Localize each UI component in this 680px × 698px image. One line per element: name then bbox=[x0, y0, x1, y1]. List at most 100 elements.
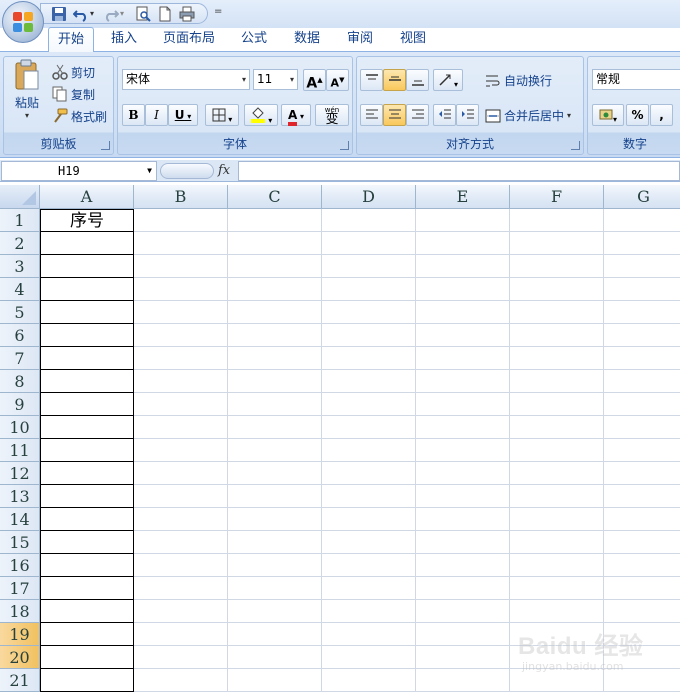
row-header-6[interactable]: 6 bbox=[0, 324, 40, 347]
cell-c19[interactable] bbox=[228, 623, 322, 646]
cell-e16[interactable] bbox=[416, 554, 510, 577]
cell-c21[interactable] bbox=[228, 669, 322, 692]
cell-b15[interactable] bbox=[134, 531, 228, 554]
bold-button[interactable]: B bbox=[122, 104, 145, 126]
cell-f11[interactable] bbox=[510, 439, 604, 462]
row-header-17[interactable]: 17 bbox=[0, 577, 40, 600]
cell-d12[interactable] bbox=[322, 462, 416, 485]
increase-indent-button[interactable] bbox=[456, 104, 479, 126]
cell-g15[interactable] bbox=[604, 531, 680, 554]
tab-view[interactable]: 视图 bbox=[390, 27, 436, 52]
cell-c10[interactable] bbox=[228, 416, 322, 439]
column-header-a[interactable]: A bbox=[40, 185, 134, 209]
column-header-d[interactable]: D bbox=[322, 185, 416, 209]
cell-e18[interactable] bbox=[416, 600, 510, 623]
cell-a12[interactable] bbox=[40, 462, 134, 485]
cell-d21[interactable] bbox=[322, 669, 416, 692]
cell-b21[interactable] bbox=[134, 669, 228, 692]
cell-e6[interactable] bbox=[416, 324, 510, 347]
row-header-8[interactable]: 8 bbox=[0, 370, 40, 393]
undo-dropdown-icon[interactable]: ▾ bbox=[90, 9, 98, 25]
cell-e1[interactable] bbox=[416, 209, 510, 232]
clipboard-launcher-icon[interactable] bbox=[101, 141, 110, 150]
cell-a10[interactable] bbox=[40, 416, 134, 439]
cell-f10[interactable] bbox=[510, 416, 604, 439]
cell-d6[interactable] bbox=[322, 324, 416, 347]
cell-g14[interactable] bbox=[604, 508, 680, 531]
cell-c16[interactable] bbox=[228, 554, 322, 577]
row-header-11[interactable]: 11 bbox=[0, 439, 40, 462]
cell-e8[interactable] bbox=[416, 370, 510, 393]
cell-a5[interactable] bbox=[40, 301, 134, 324]
cell-d15[interactable] bbox=[322, 531, 416, 554]
cell-c17[interactable] bbox=[228, 577, 322, 600]
cell-b10[interactable] bbox=[134, 416, 228, 439]
name-box[interactable]: H19 ▼ bbox=[1, 161, 157, 181]
cell-g2[interactable] bbox=[604, 232, 680, 255]
column-header-c[interactable]: C bbox=[228, 185, 322, 209]
cell-g7[interactable] bbox=[604, 347, 680, 370]
cell-g16[interactable] bbox=[604, 554, 680, 577]
tab-review[interactable]: 审阅 bbox=[337, 27, 383, 52]
paste-button[interactable]: 粘贴 ▾ bbox=[10, 59, 44, 129]
cell-b2[interactable] bbox=[134, 232, 228, 255]
borders-button[interactable]: ▾ bbox=[205, 104, 239, 126]
font-size-select[interactable]: 11 ▾ bbox=[253, 69, 298, 90]
customize-qat-icon[interactable]: = bbox=[214, 6, 222, 17]
cell-c6[interactable] bbox=[228, 324, 322, 347]
align-right-button[interactable] bbox=[406, 104, 429, 126]
italic-button[interactable]: I bbox=[145, 104, 168, 126]
cell-a20[interactable] bbox=[40, 646, 134, 669]
formula-input[interactable] bbox=[238, 161, 680, 181]
cell-a6[interactable] bbox=[40, 324, 134, 347]
number-format-select[interactable]: 常规 bbox=[592, 69, 680, 90]
cell-b18[interactable] bbox=[134, 600, 228, 623]
cell-c14[interactable] bbox=[228, 508, 322, 531]
tab-formulas[interactable]: 公式 bbox=[232, 27, 276, 52]
cell-g13[interactable] bbox=[604, 485, 680, 508]
row-header-14[interactable]: 14 bbox=[0, 508, 40, 531]
redo-dropdown-icon[interactable]: ▾ bbox=[120, 9, 128, 25]
cell-f8[interactable] bbox=[510, 370, 604, 393]
cell-b17[interactable] bbox=[134, 577, 228, 600]
cell-b12[interactable] bbox=[134, 462, 228, 485]
cell-f18[interactable] bbox=[510, 600, 604, 623]
cell-c20[interactable] bbox=[228, 646, 322, 669]
cell-b3[interactable] bbox=[134, 255, 228, 278]
cell-b6[interactable] bbox=[134, 324, 228, 347]
row-header-2[interactable]: 2 bbox=[0, 232, 40, 255]
cell-g9[interactable] bbox=[604, 393, 680, 416]
cell-g11[interactable] bbox=[604, 439, 680, 462]
cell-a14[interactable] bbox=[40, 508, 134, 531]
cell-g1[interactable] bbox=[604, 209, 680, 232]
cell-b8[interactable] bbox=[134, 370, 228, 393]
cell-b13[interactable] bbox=[134, 485, 228, 508]
cell-d5[interactable] bbox=[322, 301, 416, 324]
print-icon[interactable] bbox=[179, 6, 195, 22]
column-header-b[interactable]: B bbox=[134, 185, 228, 209]
cell-a19[interactable] bbox=[40, 623, 134, 646]
cell-d2[interactable] bbox=[322, 232, 416, 255]
cell-g5[interactable] bbox=[604, 301, 680, 324]
cell-b20[interactable] bbox=[134, 646, 228, 669]
cell-f16[interactable] bbox=[510, 554, 604, 577]
cell-e7[interactable] bbox=[416, 347, 510, 370]
wrap-text-button[interactable]: 自动换行 bbox=[485, 72, 552, 89]
cell-f6[interactable] bbox=[510, 324, 604, 347]
row-header-1[interactable]: 1 bbox=[0, 209, 40, 232]
cell-f15[interactable] bbox=[510, 531, 604, 554]
row-header-10[interactable]: 10 bbox=[0, 416, 40, 439]
cell-d3[interactable] bbox=[322, 255, 416, 278]
orientation-button[interactable]: ▾ bbox=[433, 69, 463, 91]
cell-g4[interactable] bbox=[604, 278, 680, 301]
format-painter-button[interactable]: 格式刷 bbox=[52, 107, 107, 125]
column-header-e[interactable]: E bbox=[416, 185, 510, 209]
cell-f1[interactable] bbox=[510, 209, 604, 232]
row-header-4[interactable]: 4 bbox=[0, 278, 40, 301]
cell-d4[interactable] bbox=[322, 278, 416, 301]
cell-a11[interactable] bbox=[40, 439, 134, 462]
cell-e14[interactable] bbox=[416, 508, 510, 531]
undo-icon[interactable] bbox=[72, 6, 89, 22]
cell-f7[interactable] bbox=[510, 347, 604, 370]
cell-f14[interactable] bbox=[510, 508, 604, 531]
